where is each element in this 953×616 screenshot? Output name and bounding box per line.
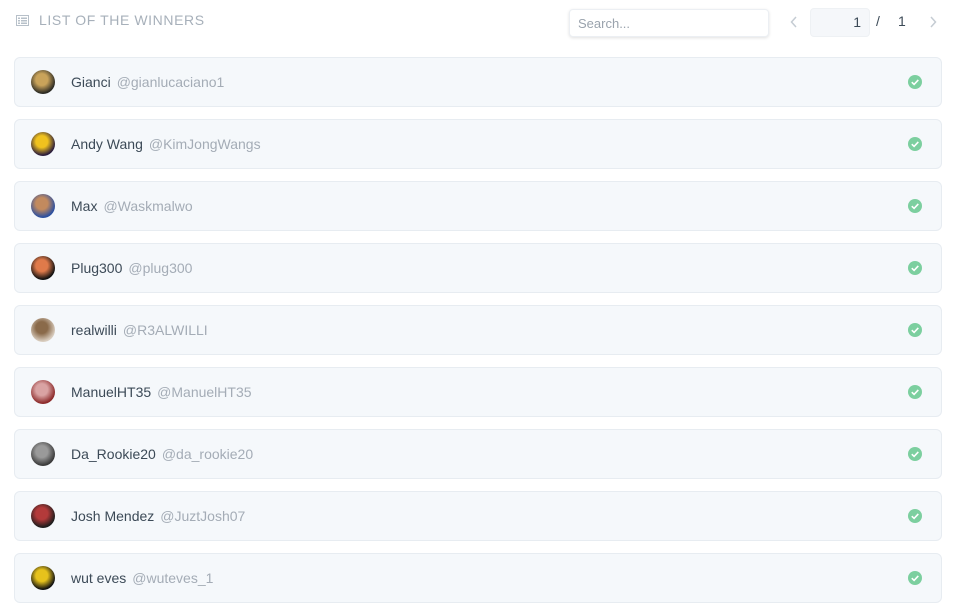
- winner-display-name: ManuelHT35: [71, 384, 152, 400]
- page-title: LIST OF THE WINNERS: [39, 12, 205, 28]
- list-item[interactable]: wut eves @wuteves_1: [14, 553, 942, 603]
- check-circle-icon: [908, 385, 922, 399]
- winner-name: Gianci @gianlucaciano1: [71, 74, 224, 90]
- winner-display-name: wut eves: [71, 570, 127, 586]
- list-item[interactable]: Max @Waskmalwo: [14, 181, 942, 231]
- winner-display-name: Da_Rookie20: [71, 446, 156, 462]
- winner-handle: @R3ALWILLI: [122, 322, 208, 338]
- avatar: [31, 194, 55, 218]
- winner-name: Andy Wang @KimJongWangs: [71, 136, 261, 152]
- page-separator: /: [876, 13, 880, 29]
- avatar: [31, 504, 55, 528]
- check-circle-icon: [908, 323, 922, 337]
- list-item[interactable]: ManuelHT35 @ManuelHT35: [14, 367, 942, 417]
- list-item[interactable]: Plug300 @plug300: [14, 243, 942, 293]
- winner-display-name: Max: [71, 198, 98, 214]
- winner-display-name: Josh Mendez: [71, 508, 155, 524]
- winner-handle: @ManuelHT35: [157, 384, 252, 400]
- list-item[interactable]: Da_Rookie20 @da_rookie20: [14, 429, 942, 479]
- avatar: [31, 132, 55, 156]
- winner-name: Josh Mendez @JuztJosh07: [71, 508, 245, 524]
- winner-handle: @da_rookie20: [161, 446, 254, 462]
- avatar: [31, 70, 55, 94]
- winner-name: Plug300 @plug300: [71, 260, 192, 276]
- check-circle-icon: [908, 571, 922, 585]
- list-item[interactable]: realwilli @R3ALWILLI: [14, 305, 942, 355]
- check-circle-icon: [908, 137, 922, 151]
- winner-handle: @JuztJosh07: [160, 508, 246, 524]
- check-circle-icon: [908, 261, 922, 275]
- winner-name: wut eves @wuteves_1: [71, 570, 213, 586]
- next-page-button[interactable]: [924, 11, 942, 33]
- avatar: [31, 566, 55, 590]
- winner-name: realwilli @R3ALWILLI: [71, 322, 208, 338]
- current-page-input[interactable]: 1: [810, 8, 870, 37]
- winner-name: Max @Waskmalwo: [71, 198, 193, 214]
- winner-display-name: realwilli: [71, 322, 117, 338]
- winner-handle: @plug300: [128, 260, 193, 276]
- winner-handle: @Waskmalwo: [103, 198, 193, 214]
- chevron-left-icon: [790, 16, 797, 28]
- winner-display-name: Andy Wang: [71, 136, 143, 152]
- avatar: [31, 442, 55, 466]
- search-input[interactable]: [569, 9, 769, 37]
- prev-page-button[interactable]: [785, 11, 803, 33]
- avatar: [31, 256, 55, 280]
- winner-handle: @KimJongWangs: [148, 136, 261, 152]
- check-circle-icon: [908, 447, 922, 461]
- winners-list: Gianci @gianlucaciano1 Andy Wang @KimJongWa…: [14, 57, 942, 615]
- winner-display-name: Plug300: [71, 260, 123, 276]
- list-item[interactable]: Andy Wang @KimJongWangs: [14, 119, 942, 169]
- check-circle-icon: [908, 199, 922, 213]
- avatar: [31, 380, 55, 404]
- avatar: [31, 318, 55, 342]
- check-circle-icon: [908, 75, 922, 89]
- winner-handle: @gianlucaciano1: [116, 74, 225, 90]
- page-header: LIST OF THE WINNERS 1 / 1: [0, 0, 953, 44]
- list-icon: [16, 14, 29, 26]
- chevron-right-icon: [930, 16, 937, 28]
- winner-name: ManuelHT35 @ManuelHT35: [71, 384, 252, 400]
- winner-handle: @wuteves_1: [132, 570, 214, 586]
- title-group: LIST OF THE WINNERS: [16, 12, 205, 28]
- list-item[interactable]: Josh Mendez @JuztJosh07: [14, 491, 942, 541]
- winner-name: Da_Rookie20 @da_rookie20: [71, 446, 253, 462]
- total-pages: 1: [898, 13, 906, 29]
- list-item[interactable]: Gianci @gianlucaciano1: [14, 57, 942, 107]
- check-circle-icon: [908, 509, 922, 523]
- winner-display-name: Gianci: [71, 74, 111, 90]
